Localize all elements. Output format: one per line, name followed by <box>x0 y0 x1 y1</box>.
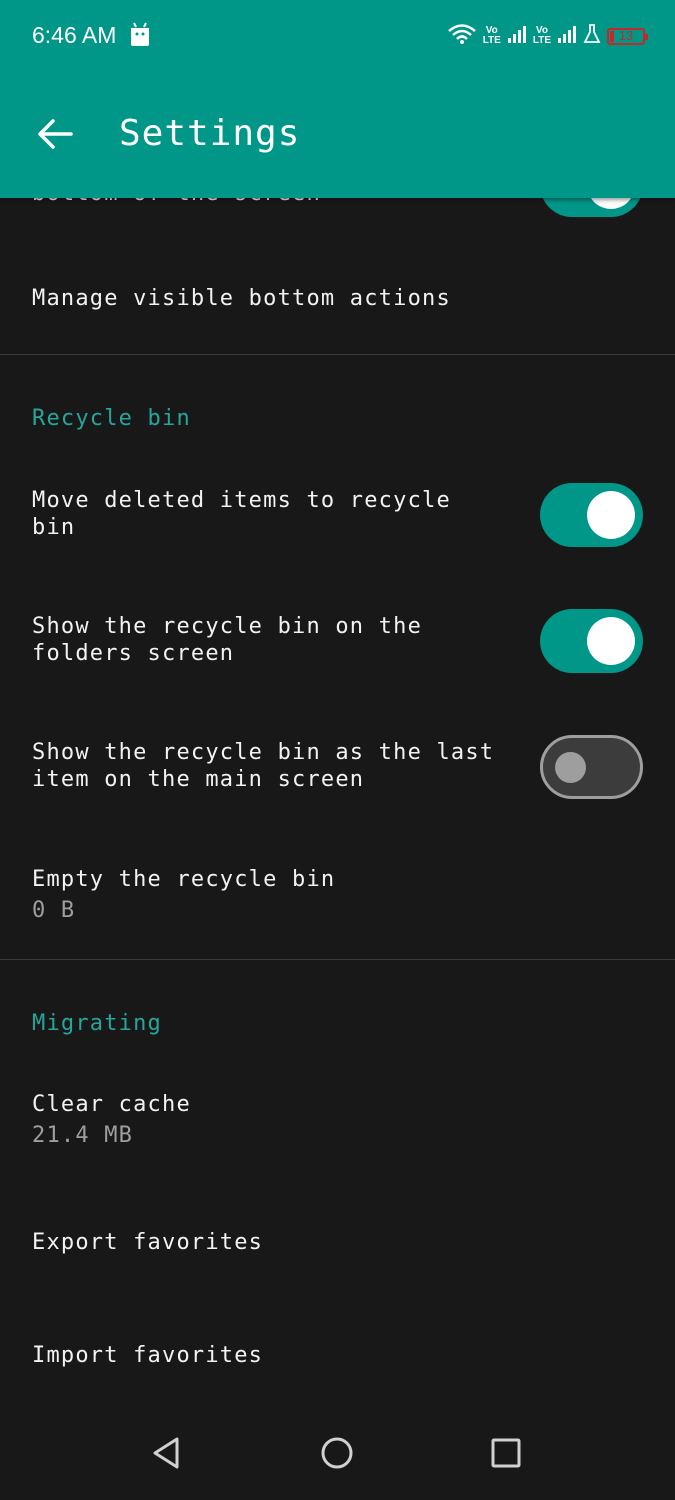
setting-subtitle: 21.4 MB <box>32 1123 134 1148</box>
setting-clear-cache[interactable]: Clear cache 21.4 MB <box>0 1075 675 1175</box>
system-nav-bar <box>0 1410 675 1500</box>
page-title: Settings <box>119 113 301 154</box>
status-bar: 6:46 AM Vo LTE Vo LTE 13 <box>0 0 675 75</box>
section-divider <box>0 959 675 960</box>
toggle-knob <box>555 752 586 783</box>
setting-show-last-item[interactable]: Show the recycle bin as the last item on… <box>0 722 675 822</box>
android-debug-icon <box>128 22 152 52</box>
setting-export-favorites[interactable]: Export favorites <box>0 1195 675 1295</box>
setting-title: Clear cache <box>32 1092 191 1117</box>
setting-manage-bottom-actions[interactable]: Manage visible bottom actions <box>0 250 675 350</box>
battery-level: 13 <box>618 27 634 43</box>
toggle-knob <box>587 491 635 539</box>
back-button[interactable] <box>30 111 80 161</box>
nav-back-button[interactable] <box>141 1430 191 1480</box>
section-divider <box>0 354 675 355</box>
setting-title: Show the recycle bin as the last item on… <box>32 740 495 792</box>
signal-icon <box>557 24 577 48</box>
toggle-knob <box>587 617 635 665</box>
signal-icon <box>507 24 527 48</box>
show-on-folders-toggle[interactable] <box>540 609 643 673</box>
setting-move-deleted[interactable]: Move deleted items to recycle bin <box>0 470 675 570</box>
show-last-item-toggle[interactable] <box>540 735 643 799</box>
section-header-recycle-bin: Recycle bin <box>32 406 191 431</box>
battery-icon: 13 <box>607 27 648 45</box>
setting-title: Show the recycle bin on the folders scre… <box>32 614 423 666</box>
status-icons: Vo LTE Vo LTE 13 <box>447 20 648 52</box>
move-deleted-toggle[interactable] <box>540 483 643 547</box>
circle-home-icon <box>320 1436 354 1474</box>
setting-empty-recycle-bin[interactable]: Empty the recycle bin 0 B <box>0 850 675 950</box>
setting-show-on-folders[interactable]: Show the recycle bin on the folders scre… <box>0 596 675 696</box>
settings-list[interactable]: bottom of the screen Manage visible bott… <box>0 0 675 1410</box>
square-recents-icon <box>491 1438 521 1472</box>
arrow-left-icon <box>37 118 73 154</box>
setting-title: Manage visible bottom actions <box>32 286 451 311</box>
nav-home-button[interactable] <box>312 1430 362 1480</box>
wifi-icon <box>447 23 477 49</box>
triangle-back-icon <box>150 1436 182 1474</box>
setting-import-favorites[interactable]: Import favorites <box>0 1308 675 1408</box>
setting-title: Import favorites <box>32 1343 264 1368</box>
flask-icon <box>583 24 601 48</box>
setting-title: Export favorites <box>32 1230 264 1255</box>
setting-title: Move deleted items to recycle bin <box>32 488 451 540</box>
app-bar: Settings <box>0 75 675 198</box>
section-header-migrating: Migrating <box>32 1011 163 1036</box>
volte-label-2: Vo LTE <box>532 25 551 46</box>
setting-title: Empty the recycle bin <box>32 867 336 892</box>
volte-label-1: Vo LTE <box>482 25 501 46</box>
setting-subtitle: 0 B <box>32 898 76 923</box>
status-time: 6:46 AM <box>32 22 117 48</box>
nav-recents-button[interactable] <box>481 1430 531 1480</box>
